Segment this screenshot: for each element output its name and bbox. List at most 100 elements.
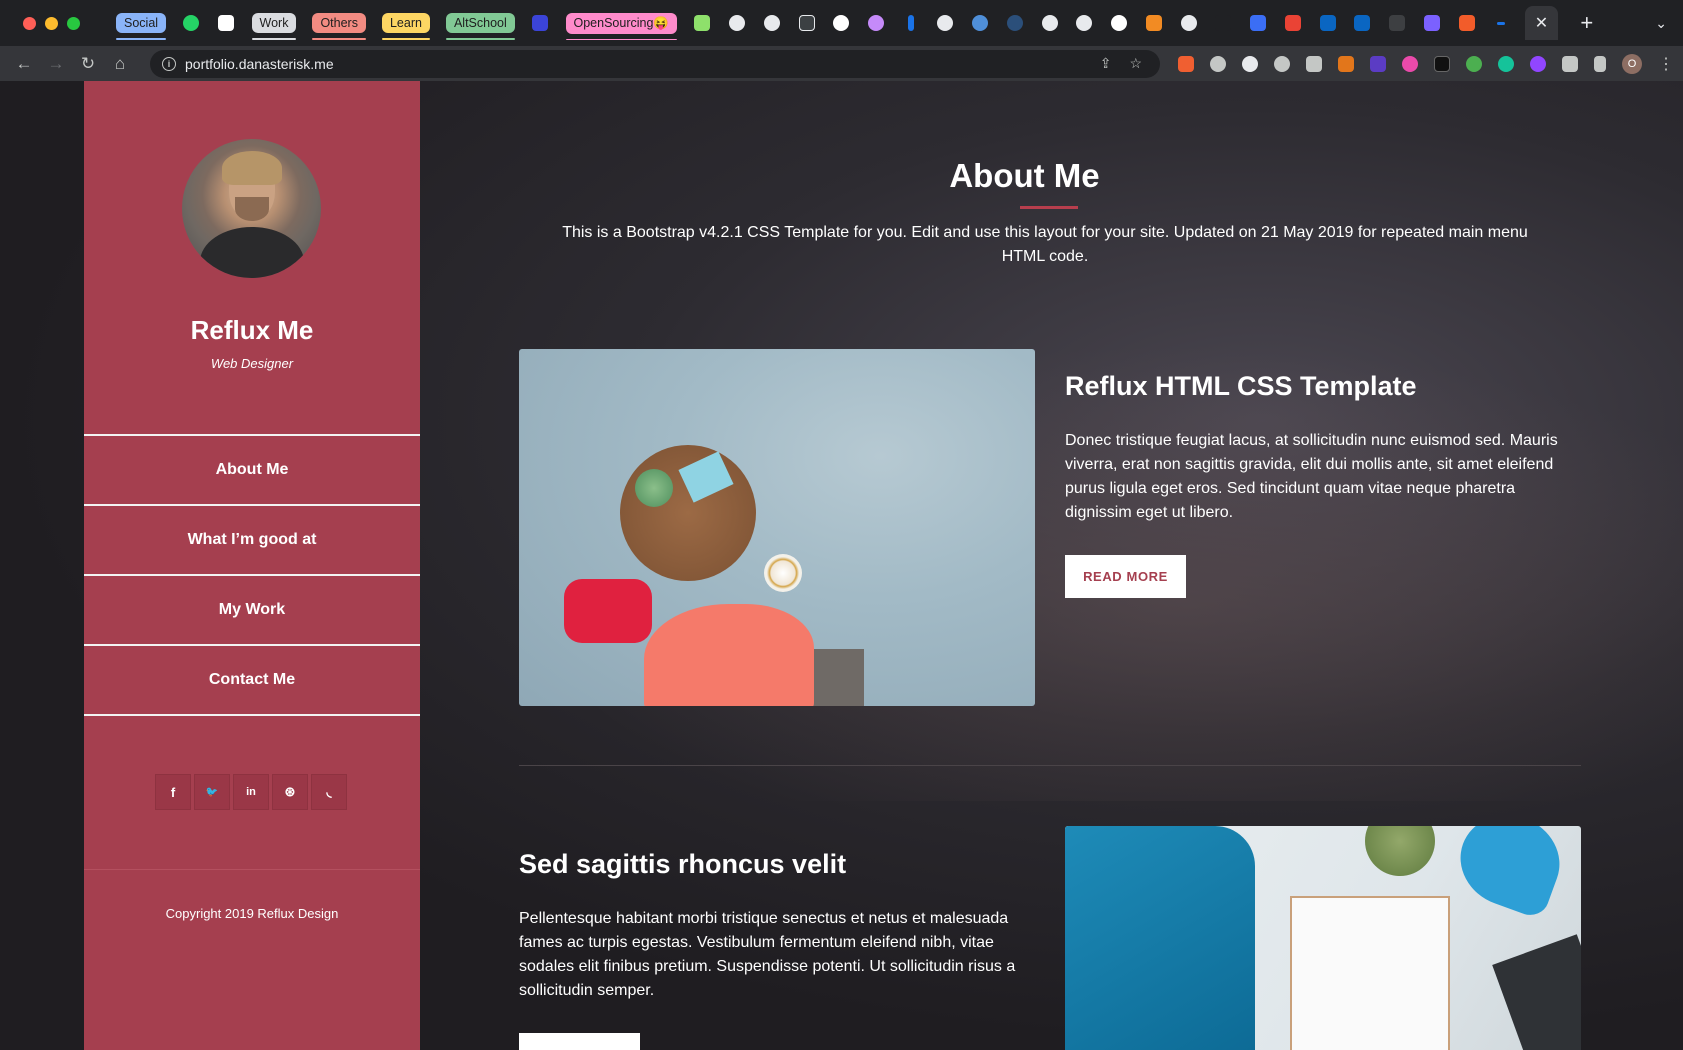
github-icon [729,15,746,31]
extension-color-icon[interactable] [1402,55,1418,72]
extension-diamond-icon[interactable] [1370,55,1386,72]
page-viewport: Reflux Me Web Designer About Me What I’m… [0,81,1683,1050]
tab-18[interactable] [1275,8,1310,38]
tab-5[interactable] [824,8,859,38]
extension-gear-icon[interactable] [1210,55,1226,72]
v-icon [218,15,235,31]
tab-22[interactable] [1414,8,1449,38]
tab-search-button[interactable]: ⌄ [1655,15,1667,32]
share-icon[interactable]: ⇪ [1100,55,1112,72]
rss-icon[interactable]: ◟ [311,774,347,810]
github-icon [1180,15,1197,31]
copyright-text: Copyright 2019 Reflux Design [165,906,339,921]
reload-button[interactable]: ↻ [72,54,104,74]
menu-item-about-me[interactable]: About Me [84,436,420,506]
maximize-window-button[interactable] [67,16,80,30]
dash-icon [1497,21,1506,25]
menu-item-what-im-good-at[interactable]: What I’m good at [84,506,420,576]
tab-13[interactable] [1102,8,1137,38]
back-button[interactable]: ← [8,54,40,74]
extension-react-icon[interactable] [1274,55,1290,72]
read-more-button[interactable]: READ MORE [519,1033,640,1050]
linkedin-icon[interactable]: in [233,774,269,810]
tab-whatsapp[interactable] [174,8,209,38]
address-bar[interactable]: i portfolio.danasterisk.me ⇪ ☆ [150,49,1160,78]
window-controls [23,16,80,30]
tab-20[interactable] [1345,8,1380,38]
tab-group-opensourcing[interactable]: OpenSourcing😝 [565,12,678,40]
minimize-window-button[interactable] [45,16,58,30]
close-window-button[interactable] [23,16,36,30]
extension-vue-icon[interactable] [1306,55,1322,72]
tab-4[interactable] [789,8,824,38]
link-icon [1389,15,1406,31]
facebook-icon[interactable]: f [155,774,191,810]
sidebar: Reflux Me Web Designer About Me What I’m… [84,81,420,1050]
tab-6[interactable] [859,8,894,38]
extension-n-icon[interactable] [1434,55,1450,72]
extensions-puzzle-icon[interactable] [1562,55,1578,72]
tab-v[interactable] [209,8,244,38]
circle-icon [868,15,885,31]
close-icon: ✕ [1534,15,1549,32]
tab-group-altschool[interactable]: AltSchool [445,13,515,40]
linkedin-icon [1319,15,1336,31]
tab-15[interactable] [1171,8,1206,38]
tab-7[interactable] [893,8,928,38]
tab-21[interactable] [1380,8,1415,38]
record-icon [1041,15,1058,31]
extension-metamask-icon[interactable] [1338,55,1354,72]
tab-2[interactable] [720,8,755,38]
read-more-button[interactable]: READ MORE [1065,555,1186,598]
menu-item-contact-me[interactable]: Contact Me [84,646,420,716]
post-body: Donec tristique feugiat lacus, at sollic… [1065,432,1558,521]
tab-group-social[interactable]: Social [116,13,167,40]
tab-strip: Social Work Others Learn AltSchool OpenS… [108,6,1593,40]
extension-bookmark-icon[interactable] [1178,55,1194,72]
tab-12[interactable] [1067,8,1102,38]
url-text[interactable]: portfolio.danasterisk.me [185,56,1100,72]
tab-8[interactable] [928,8,963,38]
tab-1[interactable] [685,8,720,38]
profile-avatar[interactable]: O [1622,53,1642,74]
tab-group-learn[interactable]: Learn [381,13,430,40]
site-info-icon[interactable]: i [162,56,176,71]
tab-11[interactable] [1032,8,1067,38]
bookmark-star-icon[interactable]: ☆ [1129,55,1142,72]
post-title: Sed sagittis rhoncus velit [519,849,847,879]
gmail-icon [1284,15,1301,31]
cube-icon [1145,15,1162,31]
dribbble-icon[interactable]: ⊛ [272,774,308,810]
chevron-down-icon: ⌄ [1655,14,1667,31]
tab-10[interactable] [998,8,1033,38]
post-title: Reflux HTML CSS Template [1065,371,1417,401]
plus-icon: + [1580,10,1594,35]
sidepanel-icon[interactable] [1594,55,1606,72]
profile-photo [182,139,321,278]
tab-group-others[interactable]: Others [312,13,366,40]
tab-9[interactable] [963,8,998,38]
new-tab-button[interactable]: + [1580,10,1593,36]
twitter-icon[interactable]: 🐦 [194,774,230,810]
extension-android-icon[interactable] [1466,55,1482,72]
kebab-menu-icon[interactable]: ⋮ [1658,54,1674,74]
home-button[interactable]: ⌂ [104,54,136,74]
extension-w-icon[interactable] [1242,55,1258,72]
tab-16[interactable] [1206,8,1241,38]
extension-grammarly-icon[interactable] [1498,55,1514,72]
tab-17[interactable] [1241,8,1276,38]
forward-button[interactable]: → [40,54,72,74]
tab-23[interactable] [1449,8,1484,38]
tab-19[interactable] [1310,8,1345,38]
title-underline [1020,206,1078,209]
app-icon [1423,15,1440,31]
extension-w2-icon[interactable] [1530,55,1546,72]
d-icon [798,15,815,31]
tab-14[interactable] [1137,8,1172,38]
tab-u[interactable] [523,8,558,38]
tab-group-work[interactable]: Work [251,13,297,40]
tab-24[interactable] [1484,8,1519,38]
tab-3[interactable] [754,8,789,38]
active-tab-close-button[interactable]: ✕ [1524,6,1559,40]
menu-item-my-work[interactable]: My Work [84,576,420,646]
